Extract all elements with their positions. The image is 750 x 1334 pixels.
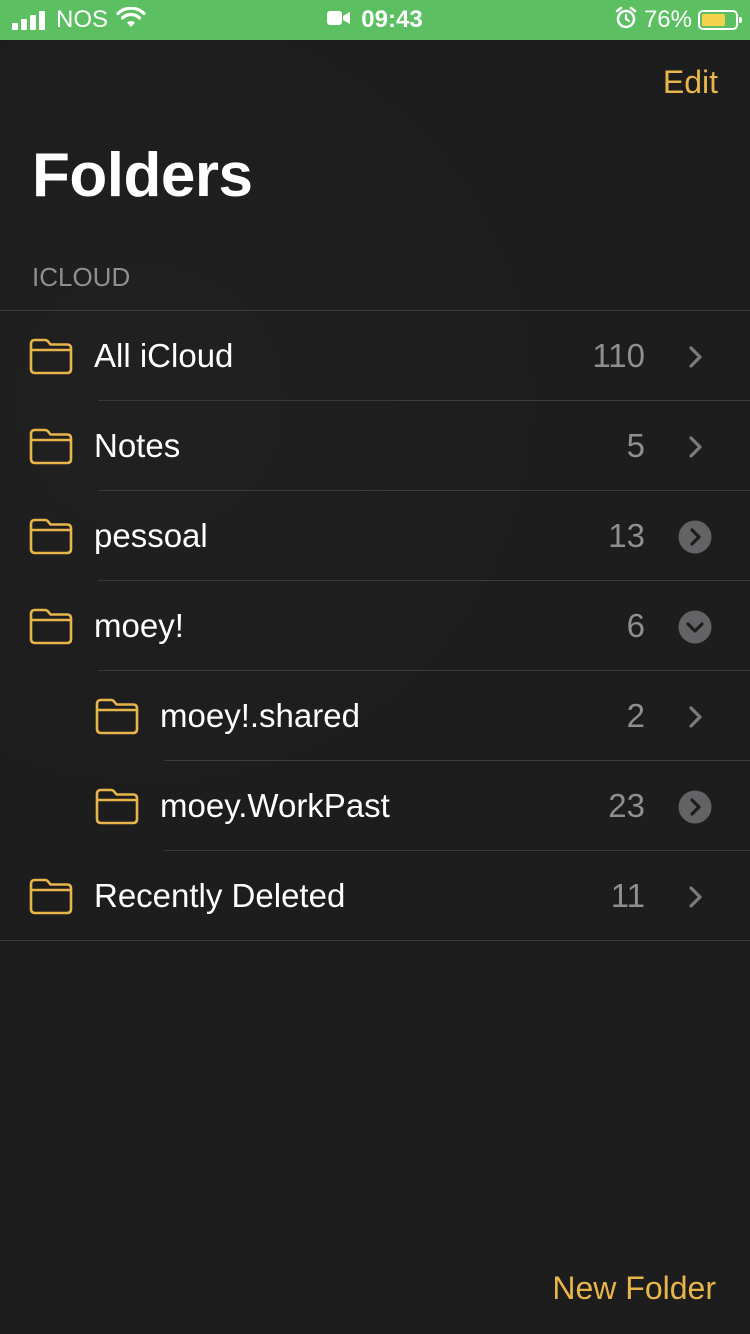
folder-row[interactable]: pessoal 13 bbox=[0, 491, 750, 581]
folder-name: moey.WorkPast bbox=[160, 787, 390, 824]
status-time: 09:43 bbox=[361, 6, 423, 33]
folder-row[interactable]: Recently Deleted 11 bbox=[0, 851, 750, 941]
disclosure-down-icon[interactable] bbox=[678, 610, 712, 644]
folder-row[interactable]: moey!.shared 2 bbox=[0, 671, 750, 761]
folder-name: moey! bbox=[94, 607, 184, 644]
folder-name: Notes bbox=[94, 427, 181, 464]
battery-level bbox=[702, 14, 726, 26]
chevron-right-icon bbox=[678, 880, 712, 914]
folder-list: All iCloud 110 Notes 5 pessoal 13 moey! 6 moey!.… bbox=[0, 311, 750, 941]
folder-count: 6 bbox=[626, 607, 645, 644]
folder-name: Recently Deleted bbox=[94, 877, 346, 914]
folder-count: 11 bbox=[610, 877, 645, 914]
folder-name: pessoal bbox=[94, 517, 208, 554]
video-camera-icon bbox=[327, 10, 351, 31]
folder-row[interactable]: All iCloud 110 bbox=[0, 311, 750, 401]
folder-icon bbox=[94, 696, 140, 741]
folder-icon bbox=[28, 516, 74, 561]
folder-count: 110 bbox=[592, 337, 645, 374]
chevron-right-icon bbox=[678, 340, 712, 374]
wifi-icon bbox=[116, 6, 146, 34]
notes-app: NOS 09:43 76% Edit Folders ICLOUD All iC… bbox=[0, 0, 750, 1334]
folder-name: All iCloud bbox=[94, 337, 234, 374]
battery-percent: 76% bbox=[643, 6, 692, 33]
new-folder-button[interactable]: New Folder bbox=[552, 1270, 716, 1307]
alarm-icon bbox=[614, 6, 638, 35]
folder-count: 13 bbox=[608, 517, 645, 554]
folder-icon bbox=[94, 786, 140, 831]
status-right: 76% bbox=[614, 0, 742, 40]
row-divider bbox=[0, 940, 750, 941]
folder-count: 2 bbox=[626, 697, 645, 734]
section-header-icloud: ICLOUD bbox=[32, 262, 131, 292]
chevron-right-icon bbox=[678, 700, 712, 734]
disclosure-right-icon[interactable] bbox=[678, 790, 712, 824]
signal-icon bbox=[12, 10, 48, 30]
folder-row[interactable]: moey! 6 bbox=[0, 581, 750, 671]
folder-icon bbox=[28, 336, 74, 381]
disclosure-right-icon[interactable] bbox=[678, 520, 712, 554]
folder-row[interactable]: Notes 5 bbox=[0, 401, 750, 491]
chevron-right-icon bbox=[678, 430, 712, 464]
folder-count: 5 bbox=[626, 427, 645, 464]
status-left: NOS bbox=[12, 0, 146, 40]
status-bar: NOS 09:43 76% bbox=[0, 0, 750, 40]
battery-icon bbox=[698, 10, 742, 30]
folder-icon bbox=[28, 606, 74, 651]
folder-icon bbox=[28, 426, 74, 471]
carrier-label: NOS bbox=[56, 6, 109, 33]
folder-name: moey!.shared bbox=[160, 697, 360, 734]
folder-row[interactable]: moey.WorkPast 23 bbox=[0, 761, 750, 851]
page-title: Folders bbox=[32, 141, 253, 210]
edit-button[interactable]: Edit bbox=[663, 64, 718, 101]
folder-icon bbox=[28, 876, 74, 921]
folder-count: 23 bbox=[608, 787, 645, 824]
